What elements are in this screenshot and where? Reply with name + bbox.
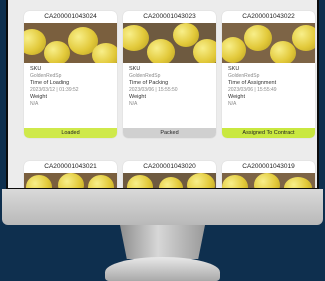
monitor-stand-base xyxy=(105,257,220,281)
sku-value: GoldenRedSp xyxy=(228,73,260,79)
carton-id: CA200001043022 xyxy=(242,13,295,20)
weight-label: Weight xyxy=(129,94,147,100)
carton-id: CA200001043020 xyxy=(143,163,196,170)
sku-label: SKU xyxy=(228,66,240,72)
carton-id: CA200001043024 xyxy=(44,13,97,20)
weight-value: N/A xyxy=(129,101,138,107)
sku-label: SKU xyxy=(129,66,141,72)
time-value: 2023/03/12 | 01:39:52 xyxy=(30,87,79,93)
monitor-frame: CA200001043024 SKU GoldenRedSp Time of L… xyxy=(0,0,325,281)
status-badge: Packed xyxy=(123,128,216,138)
app-screen: CA200001043024 SKU GoldenRedSp Time of L… xyxy=(8,0,317,188)
fruit-photo xyxy=(24,23,117,63)
weight-value: N/A xyxy=(30,101,39,107)
monitor-stand-neck xyxy=(120,225,205,259)
carton-id: CA200001043023 xyxy=(143,13,196,20)
carton-id: CA200001043021 xyxy=(44,163,97,170)
sku-value: GoldenRedSp xyxy=(30,73,62,79)
card-details: SKU GoldenRedSp Time of Packing 2023/03/… xyxy=(123,63,216,128)
carton-card-4[interactable]: CA200001043021 xyxy=(24,161,117,188)
carton-card-2[interactable]: CA200001043023 SKU GoldenRedSp Time of P… xyxy=(123,11,216,138)
carton-card-3[interactable]: CA200001043022 SKU GoldenRedSp Time of A… xyxy=(222,11,315,138)
weight-value: N/A xyxy=(228,101,237,107)
time-value: 2023/03/06 | 15:55:50 xyxy=(129,87,178,93)
fruit-photo xyxy=(123,23,216,63)
carton-card-5[interactable]: CA200001043020 xyxy=(123,161,216,188)
status-badge: Loaded xyxy=(24,128,117,138)
weight-label: Weight xyxy=(228,94,246,100)
carton-card-1[interactable]: CA200001043024 SKU GoldenRedSp Time of L… xyxy=(24,11,117,138)
sku-label: SKU xyxy=(30,66,42,72)
carton-card-6[interactable]: CA200001043019 xyxy=(222,161,315,188)
time-label: Time of Assignment xyxy=(228,80,277,86)
fruit-photo xyxy=(222,173,315,188)
time-label: Time of Packing xyxy=(129,80,169,86)
card-details: SKU GoldenRedSp Time of Loading 2023/03/… xyxy=(24,63,117,128)
fruit-photo xyxy=(222,23,315,63)
time-value: 2023/03/06 | 15:55:49 xyxy=(228,87,277,93)
card-details: SKU GoldenRedSp Time of Assignment 2023/… xyxy=(222,63,315,128)
fruit-photo xyxy=(24,173,117,188)
carton-id: CA200001043019 xyxy=(242,163,295,170)
status-badge: Assigned To Contract xyxy=(222,128,315,138)
monitor-chin xyxy=(2,189,323,225)
time-label: Time of Loading xyxy=(30,80,70,86)
fruit-photo xyxy=(123,173,216,188)
weight-label: Weight xyxy=(30,94,48,100)
sku-value: GoldenRedSp xyxy=(129,73,161,79)
